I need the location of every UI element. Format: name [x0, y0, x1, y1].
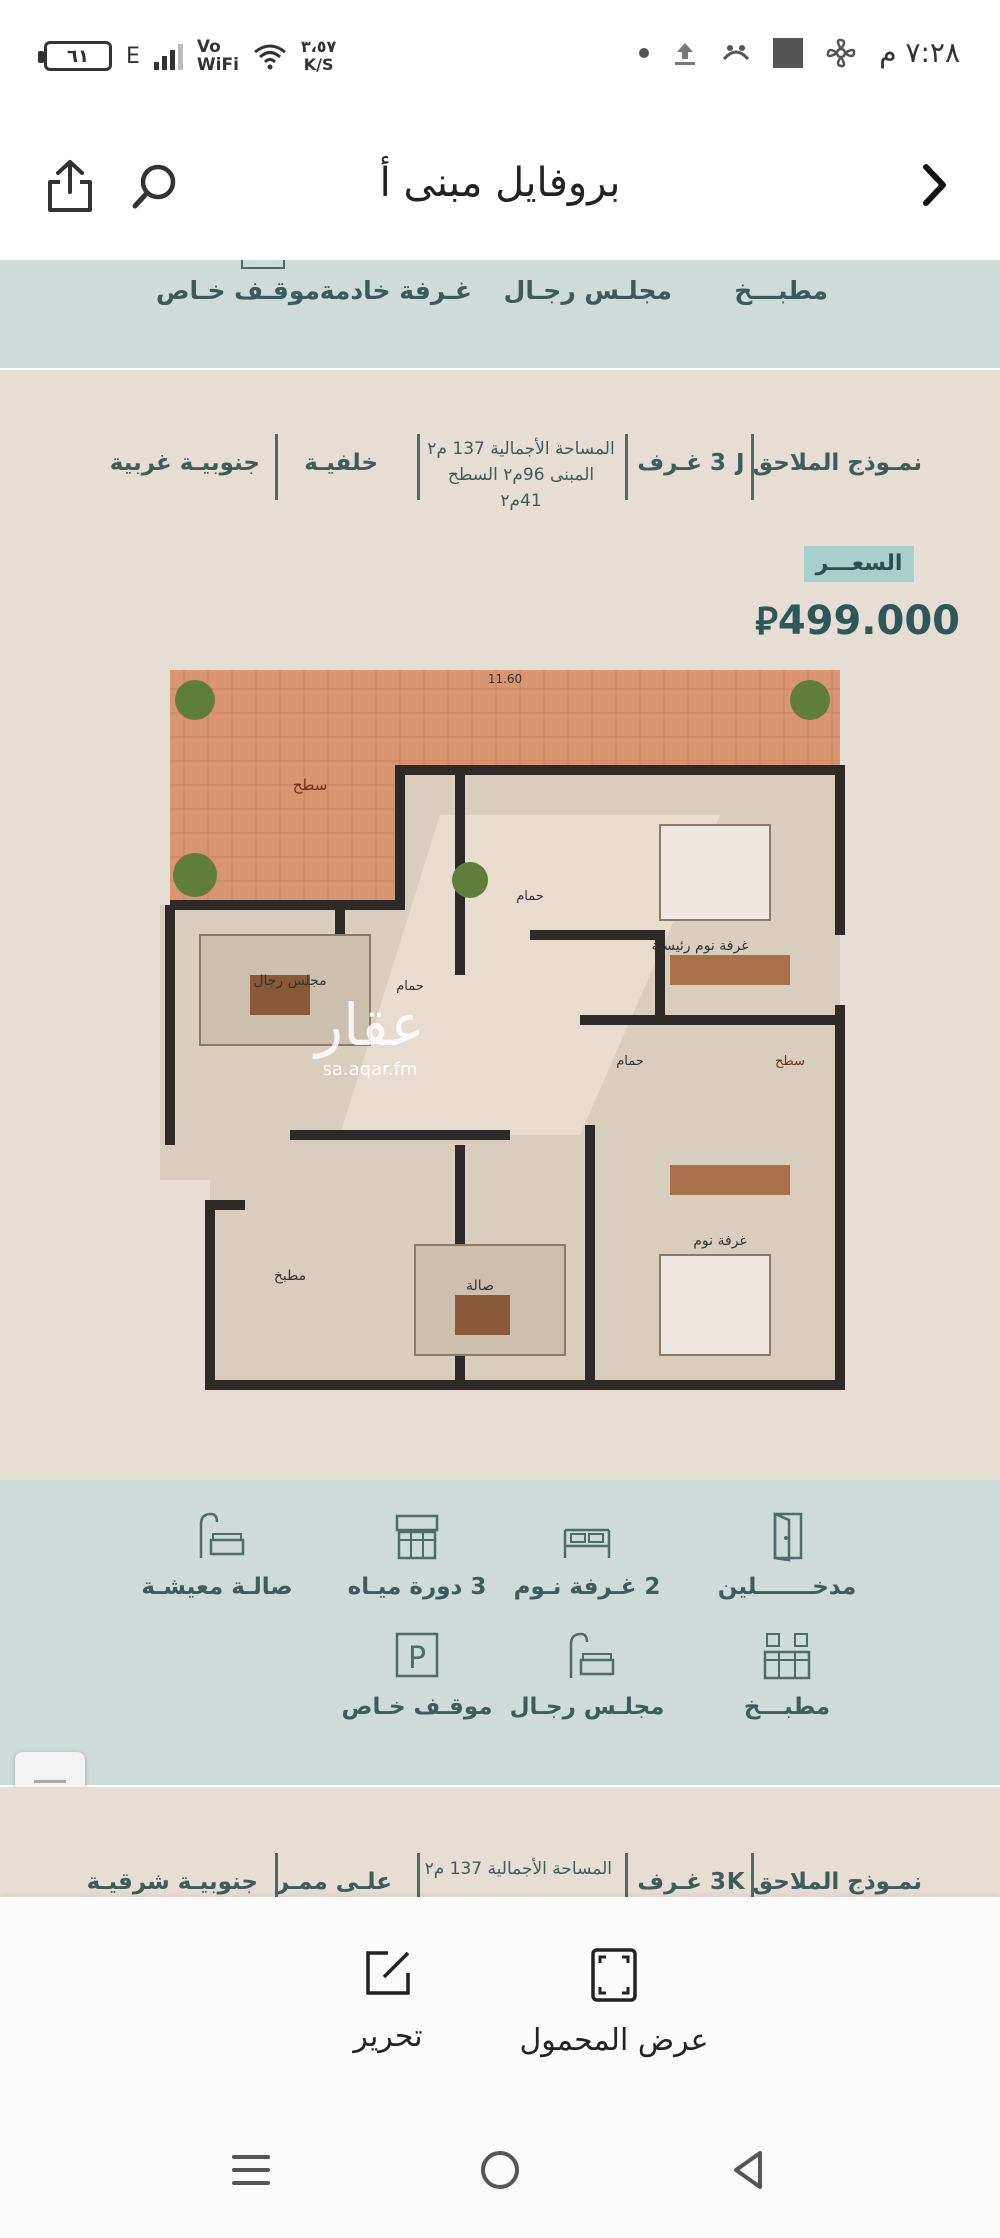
page-title: بروفايل مبنى أ	[379, 160, 621, 206]
door-icon	[773, 1512, 803, 1562]
app-square-icon	[773, 37, 804, 68]
signal-icon	[153, 42, 183, 70]
parking-icon: P	[395, 1632, 439, 1678]
battery-icon: ٦١	[38, 41, 112, 71]
fullscreen-icon	[591, 1948, 637, 2002]
master-bedroom-label: غرفة نوم رئيسية	[651, 938, 748, 954]
price-label: السعـــر	[804, 546, 914, 582]
model-k-section: نمـوذج الملاحق K 3 غـرف المساحة الأجمالي…	[0, 1787, 1000, 1897]
area-info: المساحة الأجمالية 137 م٢	[424, 1859, 612, 1879]
price-value: ⃁499.000	[755, 598, 960, 644]
portrait-view-button[interactable]: عرض المحمول	[514, 1947, 714, 2058]
model-info-row: نمـوذج الملاحق J 3 غـرف المساحة الأجمالي…	[0, 434, 1000, 511]
edit-icon	[366, 1951, 410, 1995]
battery-level: ٦١	[67, 45, 89, 67]
model-name: نمـوذج الملاحق J	[735, 450, 922, 476]
floor-plan-image: 11.60 سطح حمام غرفة نوم رئيسية مجلس رجال…	[160, 670, 845, 1390]
bed-icon	[563, 1528, 611, 1558]
app-notification-icon	[723, 44, 750, 60]
facing-info: جنوبيـة شرقيـة	[86, 1869, 258, 1895]
feature-label: موقـف خـاص	[155, 276, 320, 305]
net-speed: ٣،٥٧ K/S	[300, 37, 337, 74]
back-triangle-icon[interactable]	[726, 2147, 772, 2193]
upload-icon	[675, 42, 696, 65]
feature-bedrooms: 2 غـرفة نـوم	[487, 1510, 687, 1600]
features-band: مدخـــــــلين 2 غـرفة نـوم 3 دورة ميـاه …	[0, 1480, 1000, 1785]
menu-icon[interactable]	[228, 2147, 274, 2193]
feature-living: صالـة معيشـة	[117, 1510, 317, 1600]
bedroom-label: غرفة نوم	[693, 1233, 747, 1249]
model-name: نمـوذج الملاحق K	[726, 1869, 922, 1895]
wifi-icon	[254, 44, 286, 70]
svg-text:P: P	[408, 1641, 426, 1676]
rooms-count: 3 غـرف	[637, 450, 726, 476]
majlis-label: مجلس رجال	[253, 973, 326, 989]
feature-kitchen: مطبـــخ	[687, 1630, 887, 1720]
kitchen-label: مطبخ	[274, 1268, 306, 1284]
status-bar: ٦١ E Vo WiFi ٣،٥٧ K/S ٧:٢٨ م	[0, 0, 1000, 110]
edit-button[interactable]: تحرير	[328, 1947, 448, 2054]
area-info: المساحة الأجمالية 137 م٢ المبنى 96م٢ الس…	[427, 439, 615, 511]
model-j-section: نمـوذج الملاحق J 3 غـرف المساحة الأجمالي…	[0, 370, 1000, 1480]
rooms-count: 3 غـرف	[637, 1869, 726, 1895]
kitchen-icon	[763, 1633, 811, 1680]
feature-label: مطبـــخ	[734, 276, 828, 305]
lamp-sofa-icon	[199, 1512, 245, 1558]
feature-label: مجلـس رجـال	[503, 276, 672, 305]
bath-label: حمام	[516, 889, 544, 904]
feature-entrances: مدخـــــــلين	[687, 1510, 887, 1600]
lamp-sofa-icon	[569, 1632, 615, 1678]
hall-label: صالة	[466, 1278, 494, 1294]
watermark-url: sa.aqar.fm	[323, 1059, 418, 1080]
feature-majlis: مجلـس رجـال	[487, 1630, 687, 1720]
feature-parking: P موقـف خـاص	[317, 1630, 517, 1720]
home-circle-icon[interactable]	[477, 2147, 523, 2193]
watermark-logo: عقار	[312, 991, 425, 1059]
network-type: E	[126, 43, 140, 69]
bottom-action-sheet: عرض المحمول تحرير	[0, 1897, 1000, 2097]
bathroom-icon	[395, 1514, 439, 1560]
bath-label: حمام	[616, 1054, 644, 1069]
feature-bathrooms: 3 دورة ميـاه	[317, 1510, 517, 1600]
fan-icon	[826, 38, 856, 67]
clock: ٧:٢٨ م	[879, 36, 960, 69]
vowifi-label: Vo WiFi	[196, 37, 239, 75]
dim-top: 11.60	[488, 672, 522, 686]
notification-dot-icon	[639, 47, 650, 58]
roof-label: سطح	[293, 776, 328, 794]
riyal-icon: ⃁	[755, 599, 778, 643]
position-info: علـى ممـر	[275, 1869, 392, 1895]
features-band-previous: مطبـــخ مجلـس رجـال غـرفة خادمة موقـف خـ…	[0, 260, 1000, 368]
facing-info: جنوبيـة غربية	[109, 450, 260, 476]
roof-label: سطح	[775, 1054, 805, 1069]
app-header: بروفايل مبنى أ	[0, 110, 1000, 260]
system-nav-bar	[0, 2097, 1000, 2238]
parking-icon-cut	[241, 260, 285, 269]
position-info: خلفيـة	[304, 450, 378, 476]
feature-label: غـرفة خادمة	[319, 276, 472, 305]
chevron-right-icon[interactable]	[910, 160, 960, 210]
